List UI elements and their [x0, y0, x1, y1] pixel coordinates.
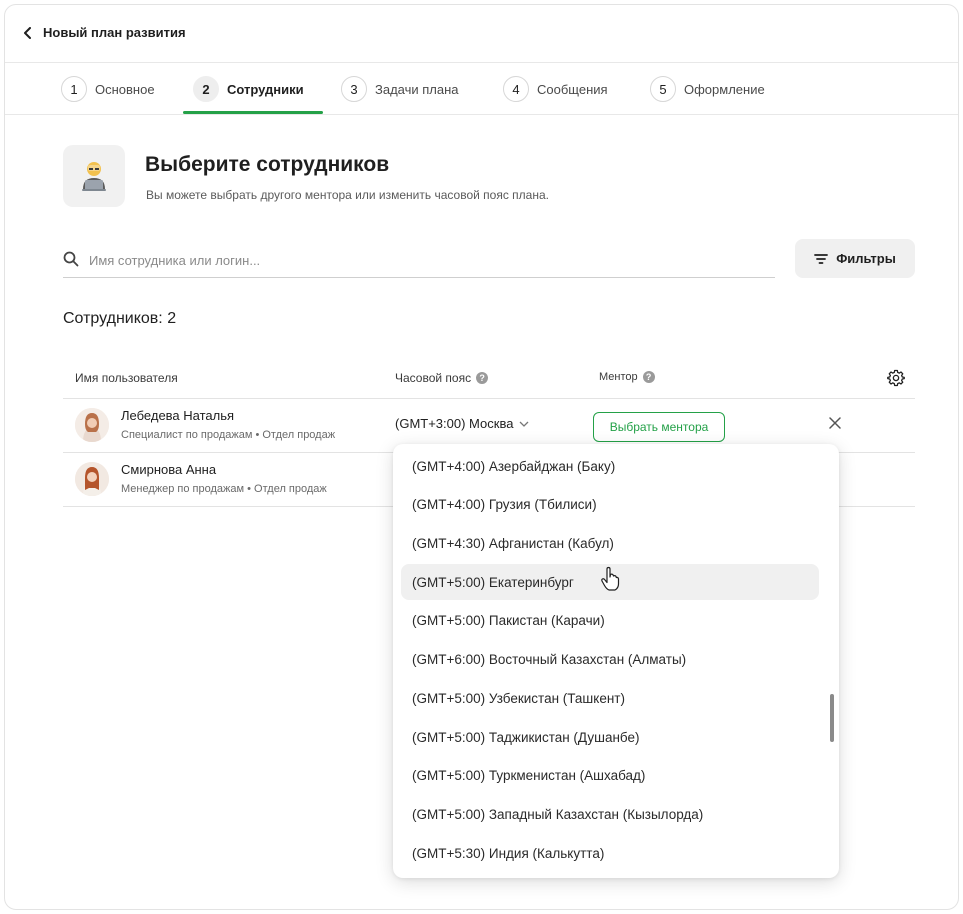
filters-label: Фильтры — [836, 251, 896, 266]
active-step-indicator — [183, 111, 323, 114]
timezone-option[interactable]: (GMT+5:00) Пакистан (Карачи) — [401, 602, 819, 638]
column-name-label: Имя пользователя — [75, 371, 178, 385]
step-label: Сотрудники — [227, 81, 304, 97]
steps-nav: 1 Основное 2 Сотрудники 3 Задачи плана 4… — [5, 63, 958, 115]
timezone-select[interactable]: (GMT+3:00) Москва — [395, 416, 529, 431]
search-icon — [63, 251, 79, 267]
step-number: 4 — [503, 76, 529, 102]
timezone-option-hovered[interactable]: (GMT+5:00) Екатеринбург — [401, 564, 819, 600]
step-number: 3 — [341, 76, 367, 102]
step-employees[interactable]: 2 Сотрудники — [193, 75, 304, 103]
step-plan-tasks[interactable]: 3 Задачи плана — [341, 75, 459, 103]
step-basic[interactable]: 1 Основное — [61, 75, 155, 103]
timezone-option[interactable]: (GMT+5:00) Западный Казахстан (Кызылорда… — [401, 796, 819, 832]
hand-cursor-icon — [601, 566, 620, 591]
person-laptop-icon — [82, 162, 106, 191]
step-design[interactable]: 5 Оформление — [650, 75, 765, 103]
timezone-option[interactable]: (GMT+5:00) Узбекистан (Ташкент) — [401, 680, 819, 716]
column-name: Имя пользователя — [75, 371, 178, 385]
back-button[interactable] — [17, 22, 39, 44]
avatar — [75, 408, 109, 442]
section-title: Выберите сотрудников — [145, 153, 390, 176]
timezone-option[interactable]: (GMT+5:00) Таджикистан (Душанбе) — [401, 719, 819, 755]
hero-icon-tile — [63, 145, 125, 207]
remove-row-button[interactable] — [829, 416, 841, 434]
table-settings-button[interactable] — [887, 369, 905, 392]
search-input[interactable] — [89, 249, 769, 271]
column-timezone: Часовой пояс ? — [395, 371, 489, 385]
column-mentor: Ментор ? — [599, 371, 655, 383]
step-label: Основное — [95, 81, 155, 97]
step-label: Задачи плана — [375, 81, 459, 97]
employee-count: Сотрудников: 2 — [63, 310, 177, 327]
step-label: Оформление — [684, 81, 765, 97]
timezone-option[interactable]: (GMT+5:30) Индия (Калькутта) — [401, 835, 819, 871]
search-field — [63, 243, 775, 278]
section-subtitle: Вы можете выбрать другого ментора или из… — [146, 188, 549, 202]
timezone-option[interactable]: (GMT+6:00) Восточный Казахстан (Алматы) — [401, 641, 819, 677]
timezone-option[interactable]: (GMT+5:00) Туркменистан (Ашхабад) — [401, 757, 819, 793]
close-icon — [829, 417, 841, 429]
gear-icon — [887, 369, 905, 387]
employee-name: Лебедева Наталья — [121, 408, 235, 423]
timezone-option[interactable]: (GMT+4:00) Грузия (Тбилиси) — [401, 486, 819, 522]
step-label: Сообщения — [537, 81, 608, 97]
column-mentor-label: Ментор — [599, 371, 638, 383]
table-header: Имя пользователя Часовой пояс ? Ментор ? — [63, 365, 915, 399]
title-bar: Новый план развития — [5, 5, 958, 63]
avatar — [75, 462, 109, 496]
employee-name: Смирнова Анна — [121, 462, 217, 477]
timezone-option[interactable]: (GMT+4:30) Афганистан (Кабул) — [401, 525, 819, 561]
timezone-option-label: (GMT+5:00) Екатеринбург — [412, 574, 574, 590]
timezone-dropdown: (GMT+4:00) Азербайджан (Баку) (GMT+4:00)… — [393, 444, 839, 878]
step-number: 1 — [61, 76, 87, 102]
step-messages[interactable]: 4 Сообщения — [503, 75, 608, 103]
help-icon[interactable]: ? — [476, 372, 489, 384]
employee-meta: Специалист по продажам • Отдел продаж — [121, 429, 336, 441]
filters-button[interactable]: Фильтры — [795, 239, 915, 278]
step-number: 5 — [650, 76, 676, 102]
column-timezone-label: Часовой пояс — [395, 371, 472, 385]
chevron-down-icon — [519, 421, 529, 427]
page-title: Новый план развития — [43, 25, 186, 40]
dropdown-scrollbar[interactable] — [830, 694, 834, 742]
employee-meta: Менеджер по продажам • Отдел продаж — [121, 483, 327, 495]
help-icon[interactable]: ? — [642, 371, 655, 383]
chevron-left-icon — [24, 27, 31, 39]
timezone-value: (GMT+3:00) Москва — [395, 416, 514, 431]
choose-mentor-button[interactable]: Выбрать ментора — [593, 412, 725, 442]
step-number: 2 — [193, 76, 219, 102]
filter-icon — [814, 253, 829, 264]
timezone-option[interactable]: (GMT+4:00) Азербайджан (Баку) — [401, 448, 819, 484]
